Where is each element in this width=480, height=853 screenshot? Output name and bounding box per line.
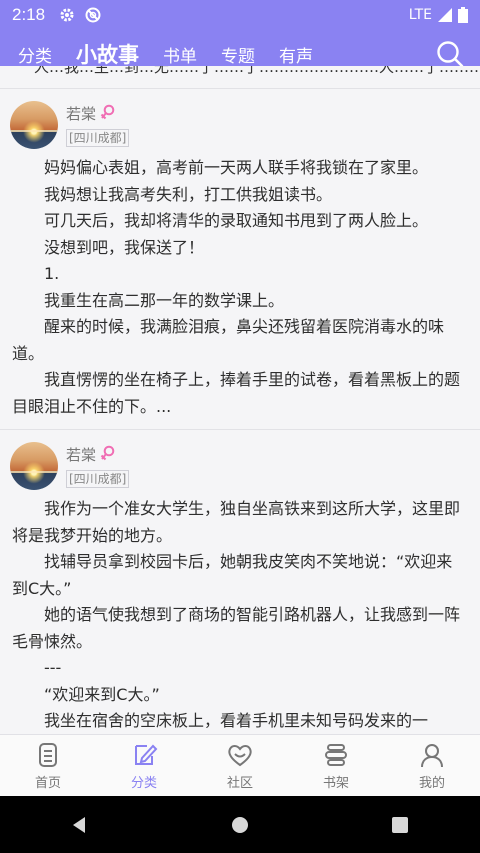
bottom-nav-label: 社区: [226, 776, 253, 791]
post-header: 若棠 [四川成都]: [0, 430, 480, 496]
female-icon: [100, 445, 115, 461]
back-triangle-icon: [73, 816, 85, 833]
bottom-nav-community[interactable]: 社区: [192, 735, 288, 797]
bottom-nav-label: 首页: [34, 776, 61, 791]
story-paragraph: ---: [44, 658, 62, 677]
tab-short-stories[interactable]: 小故事: [76, 39, 139, 69]
tab-topics[interactable]: 专题: [221, 42, 255, 67]
author-name[interactable]: 若棠: [66, 444, 96, 465]
blocked-circle-icon: [85, 7, 101, 23]
profile-icon: [421, 744, 443, 768]
female-icon: [100, 104, 115, 120]
story-paragraph: 她的语气使我想到了商场的智能引路机器人，让我感到一阵毛骨悚然。: [12, 605, 461, 651]
recents-square-icon: [392, 816, 408, 833]
story-card[interactable]: 若棠 [四川成都] 妈妈偏心表姐，高考前一天两人联手将我锁在了家里。 我妈想让我…: [0, 88, 480, 429]
settings-gear-icon: [59, 7, 75, 23]
pen-note-icon: [135, 744, 158, 765]
story-paragraph: “欢迎来到C大。”: [44, 684, 160, 704]
post-body[interactable]: 妈妈偏心表姐，高考前一天两人联手将我锁在了家里。 我妈想让我高考失利，打工供我姐…: [0, 155, 480, 429]
tab-category[interactable]: 分类: [18, 42, 52, 67]
signal-icon: [438, 8, 452, 22]
author-name[interactable]: 若棠: [66, 103, 96, 124]
status-bar: 2:18 LTE: [0, 0, 480, 30]
bottom-nav-label: 分类: [130, 776, 157, 791]
bottom-nav-profile[interactable]: 我的: [384, 735, 480, 797]
avatar[interactable]: [10, 442, 58, 490]
story-paragraph: 1.: [44, 264, 60, 283]
shelf-icon: [325, 744, 347, 766]
battery-icon: [458, 7, 468, 23]
bottom-nav-home[interactable]: 首页: [0, 735, 96, 797]
back-button[interactable]: [60, 805, 100, 845]
story-paragraph: 可几天后，我却将清华的录取通知书甩到了两人脸上。: [44, 211, 429, 230]
book-stack-icon: [39, 743, 57, 767]
tab-audio[interactable]: 有声: [279, 42, 313, 67]
story-paragraph: 找辅导员拿到校园卡后，她朝我皮笑肉不笑地说：“欢迎来到C大。”: [12, 552, 453, 598]
story-paragraph: 我直愣愣的坐在椅子上，捧着手里的试卷，看着黑板上的题目眼泪止不住的下。...: [12, 370, 461, 416]
story-feed: 若棠 [四川成都] 妈妈偏心表姐，高考前一天两人联手将我锁在了家里。 我妈想让我…: [0, 88, 480, 796]
heart-face-icon: [228, 745, 252, 767]
home-button[interactable]: [220, 805, 260, 845]
author-location: [四川成都]: [66, 129, 130, 147]
home-circle-icon: [232, 816, 248, 833]
cutoff-text: 人…我…生…到…无……了……了……………………人……了……………: [34, 66, 480, 76]
network-label: LTE: [408, 7, 432, 23]
story-paragraph: 我坐在宿舍的空床板上，看着手机里未知号码发来的一: [44, 711, 429, 730]
bottom-nav-bookshelf[interactable]: 书架: [288, 735, 384, 797]
story-paragraph: 我重生在高二那一年的数学课上。: [44, 290, 285, 310]
story-paragraph: 妈妈偏心表姐，高考前一天两人联手将我锁在了家里。: [44, 158, 429, 177]
story-paragraph: 醒来的时候，我满脸泪痕，鼻尖还残留着医院消毒水的味道。: [12, 317, 445, 363]
search-icon[interactable]: [436, 40, 464, 68]
recents-button[interactable]: [380, 805, 420, 845]
bottom-nav-label: 我的: [418, 776, 445, 791]
bottom-nav-label: 书架: [322, 776, 349, 791]
tab-booklist[interactable]: 书单: [163, 42, 197, 67]
post-header: 若棠 [四川成都]: [0, 89, 480, 155]
author-location: [四川成都]: [66, 470, 130, 488]
story-paragraph: 我作为一个准女大学生，独自坐高铁来到这所大学，这里即将是我梦开始的地方。: [12, 499, 461, 545]
system-nav-bar: [0, 796, 480, 853]
status-time: 2:18: [12, 5, 46, 24]
bottom-nav: 首页 分类 社区 书架 我的: [0, 734, 480, 797]
bottom-nav-category[interactable]: 分类: [96, 735, 192, 797]
story-paragraph: 我妈想让我高考失利，打工供我姐读书。: [44, 184, 333, 204]
story-paragraph: 没想到吧，我保送了！: [44, 237, 205, 257]
previous-post-cutoff: 人…我…生…到…无……了……了……………………人……了……………: [0, 66, 480, 88]
avatar[interactable]: [10, 101, 58, 149]
